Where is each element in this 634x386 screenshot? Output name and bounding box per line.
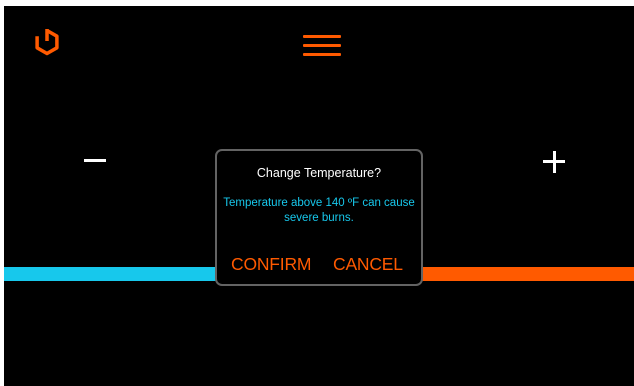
change-temperature-dialog: Change Temperature? Temperature above 14… <box>215 149 423 286</box>
increase-temperature-button[interactable] <box>538 146 570 178</box>
cancel-button[interactable]: CANCEL <box>333 253 403 275</box>
decrease-temperature-button[interactable] <box>80 146 112 174</box>
screen: Change Temperature? Temperature above 14… <box>0 0 634 386</box>
minus-icon <box>84 159 106 162</box>
dialog-actions: CONFIRM CANCEL <box>217 253 421 277</box>
menu-line <box>303 35 341 38</box>
menu-button[interactable] <box>302 32 342 60</box>
dialog-title: Change Temperature? <box>256 166 382 180</box>
power-icon <box>35 28 59 56</box>
power-button[interactable] <box>32 27 62 57</box>
confirm-button[interactable]: CONFIRM <box>231 253 311 275</box>
menu-line <box>303 53 341 56</box>
temperature-bar-hot <box>420 267 634 281</box>
dialog-warning-text: Temperature above 140 ºF can cause sever… <box>223 197 415 224</box>
menu-line <box>303 44 341 47</box>
temperature-bar-cool <box>4 267 220 281</box>
